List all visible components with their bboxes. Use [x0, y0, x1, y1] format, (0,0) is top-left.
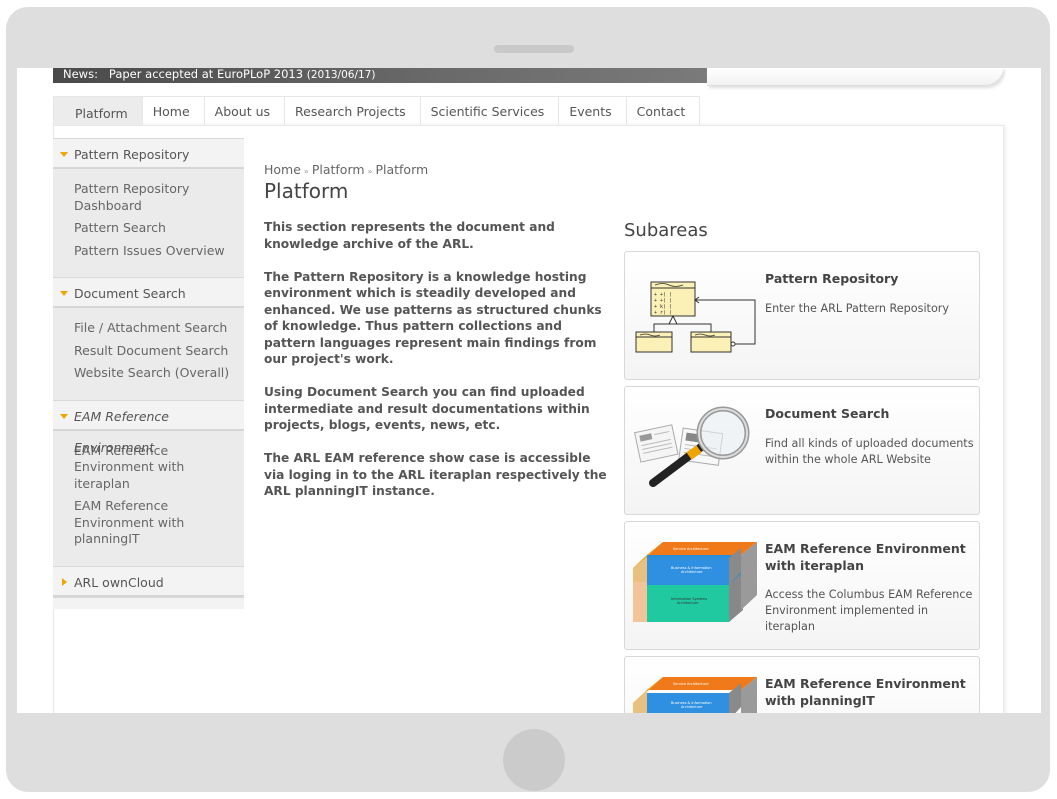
subarea-card-eam-planningit[interactable]: Service Architecture Business & Informat… — [624, 656, 980, 713]
card-title[interactable]: Pattern Repository — [765, 270, 975, 287]
news-label: News: — [63, 68, 98, 81]
breadcrumb: Home» Platform» Platform — [264, 162, 428, 177]
svg-text:Service Architecture: Service Architecture — [673, 682, 708, 686]
sidebar-items-document-search: File / Attachment Search Result Document… — [53, 308, 244, 400]
svg-text:+ r( ): + r( ) — [654, 310, 672, 316]
expanded-arrow-icon — [60, 291, 68, 296]
sidebar-item-website-search[interactable]: Website Search (Overall) — [74, 365, 242, 382]
card-title[interactable]: EAM Reference Environment with iteraplan — [765, 540, 975, 574]
svg-text:Architecture: Architecture — [677, 601, 698, 605]
card-title[interactable]: Document Search — [765, 405, 975, 422]
breadcrumb-home[interactable]: Home — [264, 162, 301, 177]
architecture-cube-icon: Service Architecture Business & Informat… — [633, 540, 757, 630]
intro-paragraph: This section represents the document and… — [264, 220, 555, 251]
header-decoration — [707, 68, 1003, 86]
sidebar-item-pattern-search[interactable]: Pattern Search — [74, 220, 242, 237]
sidebar-section-arl-owncloud[interactable]: ARL ownCloud — [53, 565, 244, 597]
breadcrumb-platform[interactable]: Platform — [312, 162, 365, 177]
subarea-card-eam-iteraplan[interactable]: Service Architecture Business & Informat… — [624, 521, 980, 650]
sidebar-item-eam-planningit[interactable]: EAM Reference Environment with planningI… — [74, 498, 242, 548]
tab-contact[interactable]: Contact — [626, 96, 701, 126]
sidebar-item-pattern-issues-overview[interactable]: Pattern Issues Overview — [74, 243, 242, 260]
intro-paragraph: The Pattern Repository is a knowledge ho… — [264, 269, 602, 367]
tab-home[interactable]: Home — [142, 96, 205, 126]
sidebar-item-pattern-repository-dashboard[interactable]: Pattern Repository Dashboard — [74, 181, 242, 214]
expanded-arrow-icon — [60, 152, 68, 157]
page-title: Platform — [264, 179, 349, 203]
sidebar-footer — [53, 596, 244, 609]
breadcrumb-current: Platform — [375, 162, 429, 177]
tab-about-us[interactable]: About us — [204, 96, 286, 126]
card-description: Find all kinds of uploaded documents wit… — [765, 437, 974, 466]
intro-paragraph: The ARL EAM reference show case is acces… — [264, 451, 607, 498]
home-button[interactable] — [503, 729, 565, 791]
sidebar-item-file-attachment-search[interactable]: File / Attachment Search — [74, 320, 242, 337]
news-text[interactable]: Paper accepted at EuroPLoP 2013 — [109, 68, 303, 81]
uml-diagram-icon: + +( ) + +( ) + k( ) + r( ) — [633, 270, 757, 360]
tab-platform[interactable]: Platform — [53, 96, 143, 126]
expanded-arrow-icon — [60, 413, 68, 419]
breadcrumb-separator: » — [303, 167, 309, 176]
magnifier-documents-icon — [633, 405, 757, 495]
subareas-title: Subareas — [624, 220, 708, 241]
architecture-cube-icon: Service Architecture Business & Informat… — [633, 675, 757, 713]
sidebar-item-result-document-search[interactable]: Result Document Search — [74, 343, 242, 360]
speaker-slot — [494, 45, 574, 53]
intro-paragraph: Using Document Search you can find uploa… — [264, 385, 590, 432]
subarea-card-pattern-repository[interactable]: + +( ) + +( ) + k( ) + r( ) Pattern Repo… — [624, 251, 980, 380]
main-nav: Platform Home About us Research Projects… — [53, 96, 701, 126]
card-description: Access the Columbus EAM Reference Enviro… — [765, 588, 973, 633]
card-description: Enter the ARL Pattern Repository — [765, 302, 950, 315]
svg-text:Service Architecture: Service Architecture — [673, 547, 708, 551]
tab-scientific-services[interactable]: Scientific Services — [420, 96, 560, 126]
tab-events[interactable]: Events — [559, 96, 627, 126]
intro-text: This section represents the document and… — [264, 219, 609, 516]
sidebar-items-pattern-repository: Pattern Repository Dashboard Pattern Sea… — [53, 169, 244, 277]
sidebar: Pattern Repository Pattern Repository Da… — [53, 138, 244, 609]
screen: News: Paper accepted at EuroPLoP 2013 (2… — [17, 68, 1041, 713]
sidebar-section-document-search[interactable]: Document Search — [53, 277, 244, 308]
card-title[interactable]: EAM Reference Environment with planningI… — [765, 675, 975, 709]
breadcrumb-separator: » — [367, 167, 373, 176]
news-date: (2013/06/17) — [306, 69, 376, 81]
svg-text:Architecture: Architecture — [681, 705, 702, 709]
tab-research-projects[interactable]: Research Projects — [285, 96, 421, 126]
news-ticker[interactable]: News: Paper accepted at EuroPLoP 2013 (2… — [53, 68, 707, 83]
svg-text:Architecture: Architecture — [681, 570, 702, 574]
sidebar-section-eam-reference-environment[interactable]: EAM Reference Environment — [53, 399, 244, 455]
subarea-card-document-search[interactable]: Document Search Find all kinds of upload… — [624, 386, 980, 515]
collapsed-arrow-icon — [62, 577, 67, 586]
sidebar-section-pattern-repository[interactable]: Pattern Repository — [53, 138, 244, 169]
